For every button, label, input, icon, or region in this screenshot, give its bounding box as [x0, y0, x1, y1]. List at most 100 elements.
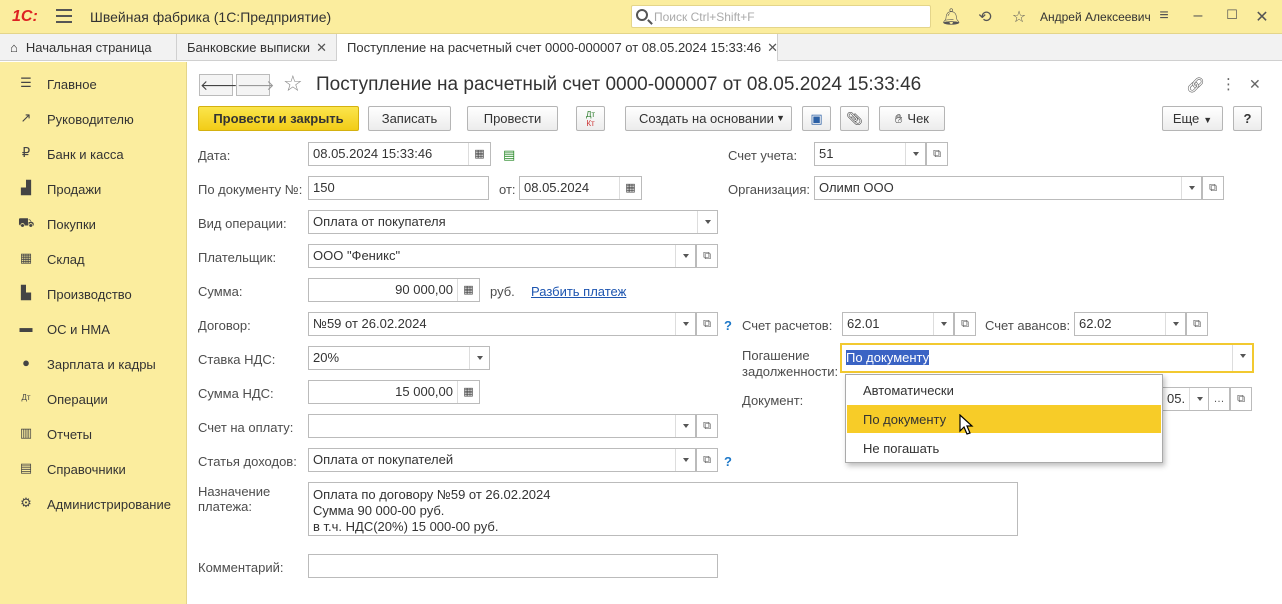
- chevron-down-icon[interactable]: [675, 449, 695, 471]
- tab-home[interactable]: ⌂ Начальная страница: [0, 34, 177, 61]
- sidebar-item-bank[interactable]: ₽ Банк и касса: [0, 135, 187, 170]
- tab-bank-statements[interactable]: Банковские выписки ✕: [177, 34, 337, 61]
- calendar-icon[interactable]: ▦: [619, 177, 641, 199]
- open-document-button[interactable]: ⧉: [1230, 387, 1252, 411]
- sidebar-item-admin[interactable]: ⚙ Администрирование: [0, 485, 187, 520]
- chevron-down-icon[interactable]: [675, 415, 695, 437]
- status-icon[interactable]: ▤: [503, 147, 515, 163]
- document-field[interactable]: 05.: [1162, 387, 1210, 411]
- organization-field[interactable]: Олимп ООО: [814, 176, 1202, 200]
- sidebar-item-payroll[interactable]: ● Зарплата и кадры: [0, 345, 187, 380]
- chevron-down-icon[interactable]: [697, 211, 717, 233]
- open-invoice-button[interactable]: ⧉: [696, 414, 718, 438]
- split-payment-link[interactable]: Разбить платеж: [531, 284, 626, 299]
- bell-icon[interactable]: 🔔︎: [941, 7, 961, 27]
- close-form-icon[interactable]: ✕: [1249, 76, 1261, 93]
- operation-type-select[interactable]: Оплата от покупателя: [308, 210, 718, 234]
- receipt-button[interactable]: ✋︎ Чек: [879, 106, 945, 131]
- income-help-icon[interactable]: ?: [724, 454, 732, 469]
- star-icon[interactable]: ☆: [1009, 7, 1029, 27]
- option-by-document[interactable]: По документу: [847, 405, 1161, 433]
- close-window-icon[interactable]: ✕: [1252, 7, 1272, 27]
- settlement-account-field[interactable]: 62.01: [842, 312, 954, 336]
- save-button[interactable]: Записать: [368, 106, 451, 131]
- option-automatic[interactable]: Автоматически: [847, 376, 1161, 404]
- post-button[interactable]: Провести: [467, 106, 558, 131]
- chevron-down-icon[interactable]: [1181, 177, 1201, 199]
- sidebar-item-assets[interactable]: ▬ ОС и НМА: [0, 310, 187, 345]
- more-vertical-icon[interactable]: ⋮: [1221, 75, 1236, 93]
- search-input[interactable]: Поиск Ctrl+Shift+F: [631, 5, 931, 28]
- tab-receipt-document[interactable]: Поступление на расчетный счет 0000-00000…: [337, 34, 778, 62]
- open-settlement-account-button[interactable]: ⧉: [954, 312, 976, 336]
- maximize-icon[interactable]: ☐: [1222, 7, 1242, 23]
- open-organization-button[interactable]: ⧉: [1202, 176, 1224, 200]
- contract-help-icon[interactable]: ?: [724, 318, 732, 333]
- account-field[interactable]: 51: [814, 142, 926, 166]
- vat-sum-field[interactable]: 15 000,00 ▦: [308, 380, 480, 404]
- book-icon: ▤: [19, 460, 33, 475]
- sidebar-item-purchases[interactable]: ⛟ Покупки: [0, 205, 187, 240]
- open-account-button[interactable]: ⧉: [926, 142, 948, 166]
- sidebar-item-production[interactable]: ▙ Производство: [0, 275, 187, 310]
- open-contract-button[interactable]: ⧉: [696, 312, 718, 336]
- sidebar-item-label: Производство: [47, 287, 132, 302]
- comment-field[interactable]: [308, 554, 718, 578]
- create-based-on-button[interactable]: Создать на основании ▼: [625, 106, 792, 131]
- open-income-item-button[interactable]: ⧉: [696, 448, 718, 472]
- payer-field[interactable]: ООО "Феникс": [308, 244, 696, 268]
- document-label: Документ:: [742, 393, 804, 408]
- income-item-field[interactable]: Оплата от покупателей: [308, 448, 696, 472]
- sidebar-item-director[interactable]: ↗ Руководителю: [0, 100, 187, 135]
- sidebar-item-reports[interactable]: ▥ Отчеты: [0, 415, 187, 450]
- chevron-down-icon[interactable]: [469, 347, 489, 369]
- sidebar-item-sales[interactable]: ▟ Продажи: [0, 170, 187, 205]
- calculator-icon[interactable]: ▦: [457, 279, 479, 301]
- advance-account-field[interactable]: 62.02: [1074, 312, 1186, 336]
- select-document-button[interactable]: …: [1208, 387, 1230, 411]
- purpose-textarea[interactable]: Оплата по договору №59 от 26.02.2024 Сум…: [308, 482, 1018, 536]
- chevron-down-icon[interactable]: [1232, 345, 1252, 371]
- minimize-icon[interactable]: –: [1188, 7, 1208, 25]
- chevron-down-icon[interactable]: [1189, 388, 1209, 410]
- sidebar-item-warehouse[interactable]: ▦ Склад: [0, 240, 187, 275]
- back-button[interactable]: 🡐: [199, 74, 238, 96]
- chevron-down-icon[interactable]: [675, 313, 695, 335]
- vat-rate-select[interactable]: 20%: [308, 346, 490, 370]
- sum-field[interactable]: 90 000,00 ▦: [308, 278, 480, 302]
- structure-button[interactable]: ▣: [802, 106, 831, 131]
- open-advance-account-button[interactable]: ⧉: [1186, 312, 1208, 336]
- chevron-down-icon[interactable]: [675, 245, 695, 267]
- from-date-field[interactable]: 08.05.2024 ▦: [519, 176, 642, 200]
- dt-kt-button[interactable]: Дт Кт: [576, 106, 605, 131]
- close-tab-icon[interactable]: ✕: [767, 40, 778, 55]
- contract-field[interactable]: №59 от 26.02.2024: [308, 312, 696, 336]
- history-icon[interactable]: ⟲: [975, 7, 995, 27]
- sidebar-item-operations[interactable]: Дт Операции: [0, 380, 187, 415]
- more-button[interactable]: Еще ▼: [1162, 106, 1223, 131]
- user-name[interactable]: Андрей Алексеевич: [1040, 10, 1151, 24]
- chevron-down-icon[interactable]: [933, 313, 953, 335]
- open-payer-button[interactable]: ⧉: [696, 244, 718, 268]
- chevron-down-icon[interactable]: [1165, 313, 1185, 335]
- post-and-close-button[interactable]: Провести и закрыть: [198, 106, 359, 131]
- calendar-icon[interactable]: ▦: [468, 143, 490, 165]
- calculator-icon[interactable]: ▦: [457, 381, 479, 403]
- attach-button[interactable]: 📎︎: [840, 106, 869, 131]
- help-button[interactable]: ?: [1233, 106, 1262, 131]
- chevron-down-icon[interactable]: [905, 143, 925, 165]
- main-menu-icon[interactable]: [56, 9, 72, 23]
- sidebar-item-label: Справочники: [47, 462, 126, 477]
- favorite-star-icon[interactable]: ☆: [283, 71, 303, 97]
- settings-icon[interactable]: ≡: [1154, 7, 1174, 25]
- sidebar-item-main[interactable]: ☰ Главное: [0, 65, 187, 100]
- close-tab-icon[interactable]: ✕: [316, 40, 327, 55]
- date-field[interactable]: 08.05.2024 15:33:46 ▦: [308, 142, 491, 166]
- doc-number-field[interactable]: 150: [308, 176, 489, 200]
- repayment-select[interactable]: По документу: [840, 343, 1254, 373]
- invoice-field[interactable]: [308, 414, 696, 438]
- sidebar-item-catalogs[interactable]: ▤ Справочники: [0, 450, 187, 485]
- link-icon[interactable]: 🔗︎: [1186, 76, 1205, 94]
- option-no-repayment[interactable]: Не погашать: [847, 434, 1161, 462]
- forward-button[interactable]: 🡒: [236, 74, 275, 96]
